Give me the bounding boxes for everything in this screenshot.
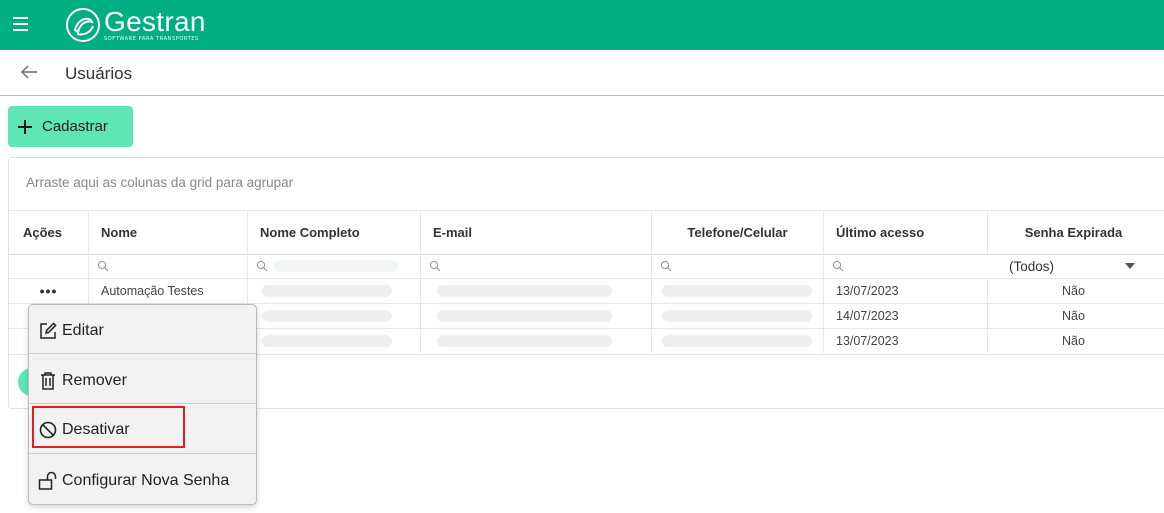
cadastrar-button[interactable]: Cadastrar <box>8 106 133 147</box>
filter-nome-completo[interactable] <box>247 254 420 278</box>
more-icon: ••• <box>39 283 58 299</box>
trash-icon <box>41 372 55 390</box>
column-header-email[interactable]: E-mail <box>420 210 651 254</box>
cell-email <box>420 304 651 328</box>
page-title: Usuários <box>65 64 133 83</box>
column-header-nome[interactable]: Nome <box>88 210 247 254</box>
blurred-content <box>437 310 612 322</box>
filter-nome[interactable] <box>88 254 247 278</box>
menu-divider <box>29 403 256 404</box>
cell-telefone <box>651 304 823 328</box>
cell-senha-expirada: Não <box>987 329 1159 353</box>
filter-telefone[interactable] <box>651 254 823 278</box>
search-icon <box>256 260 268 272</box>
group-panel[interactable]: Arraste aqui as colunas da grid para agr… <box>9 158 1164 211</box>
top-bar: Gestran SOFTWARE PARA TRANSPORTES <box>0 0 1164 50</box>
menu-item-configurar-nova-senha[interactable]: Configurar Nova Senha <box>29 456 256 506</box>
filter-email[interactable] <box>420 254 651 278</box>
menu-icon[interactable] <box>13 17 28 31</box>
highlight-annotation <box>32 406 185 448</box>
row-actions-menu: Editar Remover Desativar Configurar Nova… <box>28 304 257 505</box>
unlock-icon <box>38 471 57 490</box>
plus-icon <box>18 119 32 134</box>
cadastrar-label: Cadastrar <box>42 118 108 135</box>
cell-telefone <box>651 279 823 303</box>
group-hint: Arraste aqui as colunas da grid para agr… <box>26 175 294 190</box>
cell-nome-completo <box>247 304 420 328</box>
menu-divider <box>29 353 256 354</box>
cell-ultimo-acesso: 13/07/2023 <box>823 329 987 353</box>
brand-tagline: SOFTWARE PARA TRANSPORTES <box>104 36 199 42</box>
senha-expirada-filter-select[interactable]: (Todos) <box>1009 254 1159 278</box>
menu-item-label: Configurar Nova Senha <box>62 472 230 489</box>
blurred-content <box>262 285 392 297</box>
blurred-content <box>437 335 612 347</box>
grid-header-row: Ações Nome Nome Completo E-mail Telefone… <box>9 210 1164 255</box>
blurred-content <box>262 310 392 322</box>
menu-item-remover[interactable]: Remover <box>29 356 256 406</box>
search-icon <box>660 260 672 272</box>
search-icon <box>97 260 109 272</box>
column-header-telefone[interactable]: Telefone/Celular <box>651 210 823 254</box>
cell-senha-expirada: Não <box>987 279 1159 303</box>
menu-item-editar[interactable]: Editar <box>29 306 256 356</box>
cell-email <box>420 329 651 353</box>
cell-ultimo-acesso: 14/07/2023 <box>823 304 987 328</box>
cell-nome: Automação Testes <box>88 279 247 303</box>
filter-ultimo-acesso[interactable] <box>823 254 987 278</box>
page-header: Usuários <box>0 50 1164 96</box>
blurred-content <box>662 310 812 322</box>
menu-item-label: Remover <box>62 372 127 389</box>
cell-ultimo-acesso: 13/07/2023 <box>823 279 987 303</box>
brand-logo: Gestran SOFTWARE PARA TRANSPORTES <box>64 4 206 46</box>
cell-nome-completo <box>247 329 420 353</box>
column-header-acoes[interactable]: Ações <box>9 210 88 254</box>
blurred-content <box>662 285 812 297</box>
row-actions-button[interactable]: ••• <box>9 279 88 303</box>
brand-name: Gestran <box>104 6 206 37</box>
cell-telefone <box>651 329 823 353</box>
blurred-content <box>437 285 612 297</box>
cell-nome-completo <box>247 279 420 303</box>
edit-icon <box>40 322 57 339</box>
blurred-content <box>274 260 398 272</box>
menu-divider <box>29 453 256 454</box>
column-header-nome-completo[interactable]: Nome Completo <box>247 210 420 254</box>
column-header-senha-expirada[interactable]: Senha Expirada <box>987 210 1159 254</box>
grid-filter-row: (Todos) <box>9 254 1164 278</box>
chevron-down-icon <box>1125 263 1135 269</box>
cell-email <box>420 279 651 303</box>
blurred-content <box>662 335 812 347</box>
search-icon <box>429 260 441 272</box>
blurred-content <box>262 335 392 347</box>
search-icon <box>832 260 844 272</box>
cell-senha-expirada: Não <box>987 304 1159 328</box>
back-arrow-icon[interactable] <box>20 64 38 80</box>
logo-mark-icon <box>66 8 100 42</box>
table-row[interactable]: ••• Automação Testes 13/07/2023 Não <box>9 278 1164 303</box>
column-header-ultimo-acesso[interactable]: Último acesso <box>823 210 987 254</box>
menu-item-label: Editar <box>62 322 104 339</box>
filter-select-value: (Todos) <box>1009 258 1055 274</box>
